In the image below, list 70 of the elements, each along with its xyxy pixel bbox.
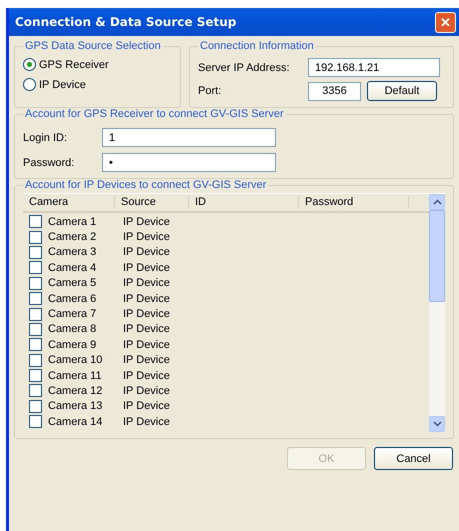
close-button[interactable]: ✕ bbox=[435, 12, 456, 32]
group-title: GPS Data Source Selection bbox=[24, 40, 162, 52]
group-title: Connection Information bbox=[199, 40, 315, 52]
table-cell: IP Device bbox=[123, 338, 170, 351]
field-label: Server IP Address: bbox=[198, 62, 291, 74]
checkbox[interactable] bbox=[29, 400, 42, 413]
table-cell: IP Device bbox=[123, 262, 170, 274]
scroll-up-icon[interactable] bbox=[429, 194, 445, 210]
table-cell-text: Camera 1 bbox=[48, 216, 98, 228]
cancel-button[interactable]: Cancel bbox=[374, 447, 453, 470]
checkbox[interactable] bbox=[29, 415, 42, 428]
default-button[interactable]: Default bbox=[367, 81, 437, 101]
field-label: Port: bbox=[198, 85, 222, 97]
checkbox[interactable] bbox=[29, 230, 42, 244]
radio-icon[interactable] bbox=[23, 78, 36, 91]
scroll-down-icon[interactable] bbox=[429, 416, 445, 432]
table-cell: IP Device bbox=[123, 370, 170, 382]
table-cell-text: Camera 4 bbox=[48, 262, 98, 274]
table-cell-text: Camera 10 bbox=[48, 354, 104, 366]
table-cell: IP Device bbox=[123, 277, 170, 290]
scrollbar[interactable] bbox=[429, 194, 445, 432]
table-cell-text: Camera 12 bbox=[48, 384, 104, 397]
table-cell: IP Device bbox=[123, 231, 170, 244]
table-cell-text: Camera 14 bbox=[48, 416, 104, 428]
table-cell: IP Device bbox=[123, 292, 170, 305]
table-cell-text: Camera 8 bbox=[48, 323, 98, 336]
column-header[interactable]: Password bbox=[299, 196, 409, 209]
checkbox[interactable] bbox=[29, 308, 42, 321]
column-header[interactable]: Source bbox=[115, 196, 189, 209]
checkbox[interactable] bbox=[29, 261, 42, 274]
radio-icon[interactable] bbox=[23, 58, 36, 71]
table-cell-text: Camera 9 bbox=[48, 338, 98, 351]
scroll-thumb[interactable] bbox=[429, 210, 445, 302]
checkbox[interactable] bbox=[29, 246, 42, 259]
checkbox[interactable] bbox=[29, 276, 42, 290]
checkbox[interactable] bbox=[29, 322, 42, 336]
server-ip-field[interactable]: 192.168.1.21 bbox=[308, 58, 440, 77]
field-label: Password: bbox=[23, 156, 76, 168]
column-header[interactable]: Camera bbox=[23, 196, 115, 209]
table-cell: IP Device bbox=[123, 384, 170, 397]
window-title: Connection & Data Source Setup bbox=[15, 15, 236, 29]
checkbox[interactable] bbox=[29, 384, 42, 398]
checkbox[interactable] bbox=[29, 369, 42, 382]
table-cell-text: Camera 3 bbox=[48, 246, 98, 258]
table-cell: IP Device bbox=[123, 400, 170, 412]
group-title: Account for GPS Receiver to connect GV-GIS Server bbox=[24, 108, 285, 120]
column-header[interactable]: ID bbox=[189, 196, 299, 209]
checkbox[interactable] bbox=[29, 215, 42, 228]
radio-button[interactable]: IP Device bbox=[23, 78, 172, 91]
checkbox[interactable] bbox=[29, 354, 42, 367]
checkbox[interactable] bbox=[29, 338, 42, 352]
table-cell-text: Camera 6 bbox=[48, 292, 98, 305]
table-cell: IP Device bbox=[123, 323, 170, 336]
table-cell: IP Device bbox=[123, 216, 170, 228]
table-cell: IP Device bbox=[123, 308, 170, 320]
group-title: Account for IP Devices to connect GV-GIS Server bbox=[24, 179, 268, 191]
password-field[interactable]: • bbox=[102, 153, 276, 172]
login-id-field[interactable]: 1 bbox=[102, 128, 276, 147]
table-cell-text: Camera 5 bbox=[48, 277, 98, 290]
table-cell: IP Device bbox=[123, 416, 170, 428]
checkbox[interactable] bbox=[29, 292, 42, 306]
table-cell-text: Camera 2 bbox=[48, 231, 98, 244]
table-cell-text: Camera 11 bbox=[48, 370, 103, 382]
field-label: Login ID: bbox=[23, 132, 68, 144]
table-cell-text: Camera 13 bbox=[48, 400, 104, 412]
radio-button[interactable]: GPS Receiver bbox=[23, 58, 172, 71]
table-cell: IP Device bbox=[123, 354, 170, 366]
table-cell-text: Camera 7 bbox=[48, 308, 98, 320]
port-field[interactable]: 3356 bbox=[308, 82, 361, 100]
table-cell: IP Device bbox=[123, 246, 170, 258]
